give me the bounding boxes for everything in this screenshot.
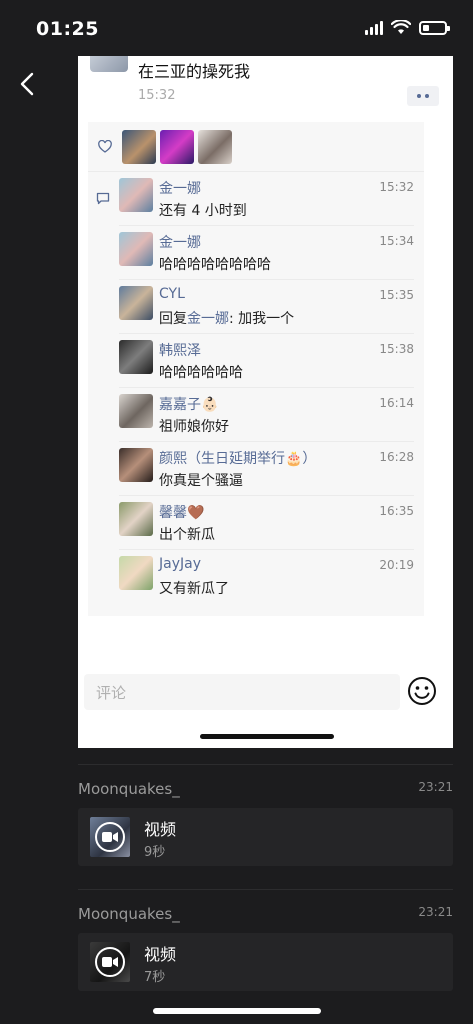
comment-item[interactable]: JayJay 20:19 又有新瓜了 — [88, 550, 424, 604]
emoji-icon[interactable] — [407, 676, 437, 706]
commenter-name[interactable]: 金一娜 — [159, 232, 201, 252]
video-play-icon — [95, 822, 125, 852]
like-avatar[interactable] — [198, 129, 232, 164]
commenter-avatar[interactable] — [119, 394, 153, 428]
comment-text: 出个新瓜 — [159, 527, 215, 543]
video-label: 视频 — [144, 820, 177, 839]
message-sender[interactable]: Moonquakes_ — [78, 780, 180, 798]
status-icons — [365, 20, 450, 35]
screenshot-image[interactable]: 在三亚的操死我 15:32 金一娜 15:32 还有 4 小时到 金一娜 15:… — [78, 56, 453, 748]
like-avatar[interactable] — [122, 129, 156, 164]
signal-icon — [365, 20, 383, 35]
video-play-icon — [95, 947, 125, 977]
status-time: 01:25 — [36, 18, 99, 40]
video-duration: 9秒 — [144, 845, 166, 860]
video-duration: 7秒 — [144, 970, 166, 985]
commenter-name[interactable]: 嘉嘉子👶🏻 — [159, 394, 218, 414]
likes-row — [88, 122, 424, 172]
commenter-avatar[interactable] — [119, 502, 153, 536]
commenter-avatar[interactable] — [119, 448, 153, 482]
comment-item[interactable]: 韩熙泽 15:38 哈哈哈哈哈哈 — [88, 334, 424, 388]
comment-text: 哈哈哈哈哈哈 — [159, 365, 243, 381]
commenter-name[interactable]: 金一娜 — [159, 178, 201, 198]
comment-text: 回复金一娜: 加我一个 — [159, 308, 294, 328]
comment-text: 还有 4 小时到 — [159, 203, 247, 219]
comment-text: 祖师娘你好 — [159, 419, 229, 435]
commenter-avatar[interactable] — [119, 556, 153, 590]
comment-time: 16:14 — [379, 396, 414, 410]
message-time: 23:21 — [418, 780, 453, 794]
commenter-avatar[interactable] — [119, 286, 153, 320]
video-label: 视频 — [144, 945, 177, 964]
home-indicator — [153, 1008, 321, 1014]
message-time: 23:21 — [418, 905, 453, 919]
video-message[interactable]: 视频 9秒 — [78, 808, 453, 866]
comment-time: 16:28 — [379, 450, 414, 464]
commenter-name[interactable]: 颜熙（生日延期举行🎂） — [159, 448, 316, 468]
commenter-avatar[interactable] — [119, 178, 153, 212]
commenter-name[interactable]: 韩熙泽 — [159, 340, 201, 360]
comment-time: 20:19 — [379, 558, 414, 572]
comment-time: 15:38 — [379, 342, 414, 356]
comment-item[interactable]: CYL 15:35 回复金一娜: 加我一个 — [88, 280, 424, 334]
reply-mention[interactable]: 金一娜 — [187, 311, 229, 327]
comment-text: 哈哈哈哈哈哈哈哈 — [159, 257, 271, 273]
reply-text: : 加我一个 — [229, 311, 295, 327]
wifi-icon — [391, 20, 411, 34]
commenter-avatar[interactable] — [119, 232, 153, 266]
comment-item[interactable]: 嘉嘉子👶🏻 16:14 祖师娘你好 — [88, 388, 424, 442]
comment-time: 15:34 — [379, 234, 414, 248]
video-message[interactable]: 视频 7秒 — [78, 933, 453, 991]
post-text: 在三亚的操死我 — [138, 62, 251, 81]
comment-time: 15:35 — [379, 288, 414, 302]
comment-item[interactable]: 金一娜 15:32 还有 4 小时到 — [88, 172, 424, 226]
comment-item[interactable]: 颜熙（生日延期举行🎂） 16:28 你真是个骚逼 — [88, 442, 424, 496]
comment-time: 15:32 — [379, 180, 414, 194]
comment-time: 16:35 — [379, 504, 414, 518]
comment-item[interactable]: 金一娜 15:34 哈哈哈哈哈哈哈哈 — [88, 226, 424, 280]
message-sender[interactable]: Moonquakes_ — [78, 905, 180, 923]
comment-input[interactable]: 评论 — [84, 674, 400, 710]
heart-icon — [98, 140, 112, 153]
commenter-avatar[interactable] — [119, 340, 153, 374]
commenter-name[interactable]: JayJay — [159, 556, 201, 572]
reply-prefix: 回复 — [159, 311, 187, 327]
more-button[interactable] — [407, 86, 439, 106]
interaction-panel: 金一娜 15:32 还有 4 小时到 金一娜 15:34 哈哈哈哈哈哈哈哈 CY… — [88, 122, 424, 616]
post-time: 15:32 — [138, 88, 176, 103]
video-thumbnail[interactable] — [90, 942, 130, 982]
commenter-name[interactable]: CYL — [159, 286, 185, 302]
comment-bar: 评论 — [78, 668, 453, 718]
comment-text: 又有新瓜了 — [159, 581, 229, 597]
commenter-name[interactable]: 馨馨🤎 — [159, 502, 204, 522]
post-avatar — [90, 56, 128, 72]
comment-text: 你真是个骚逼 — [159, 473, 243, 489]
battery-icon — [419, 20, 450, 35]
comment-item[interactable]: 馨馨🤎 16:35 出个新瓜 — [88, 496, 424, 550]
back-chevron-icon[interactable] — [14, 66, 42, 102]
status-bar: 01:25 — [0, 0, 473, 58]
like-avatar[interactable] — [160, 129, 194, 164]
video-thumbnail[interactable] — [90, 817, 130, 857]
screenshot-home-indicator — [200, 734, 334, 739]
